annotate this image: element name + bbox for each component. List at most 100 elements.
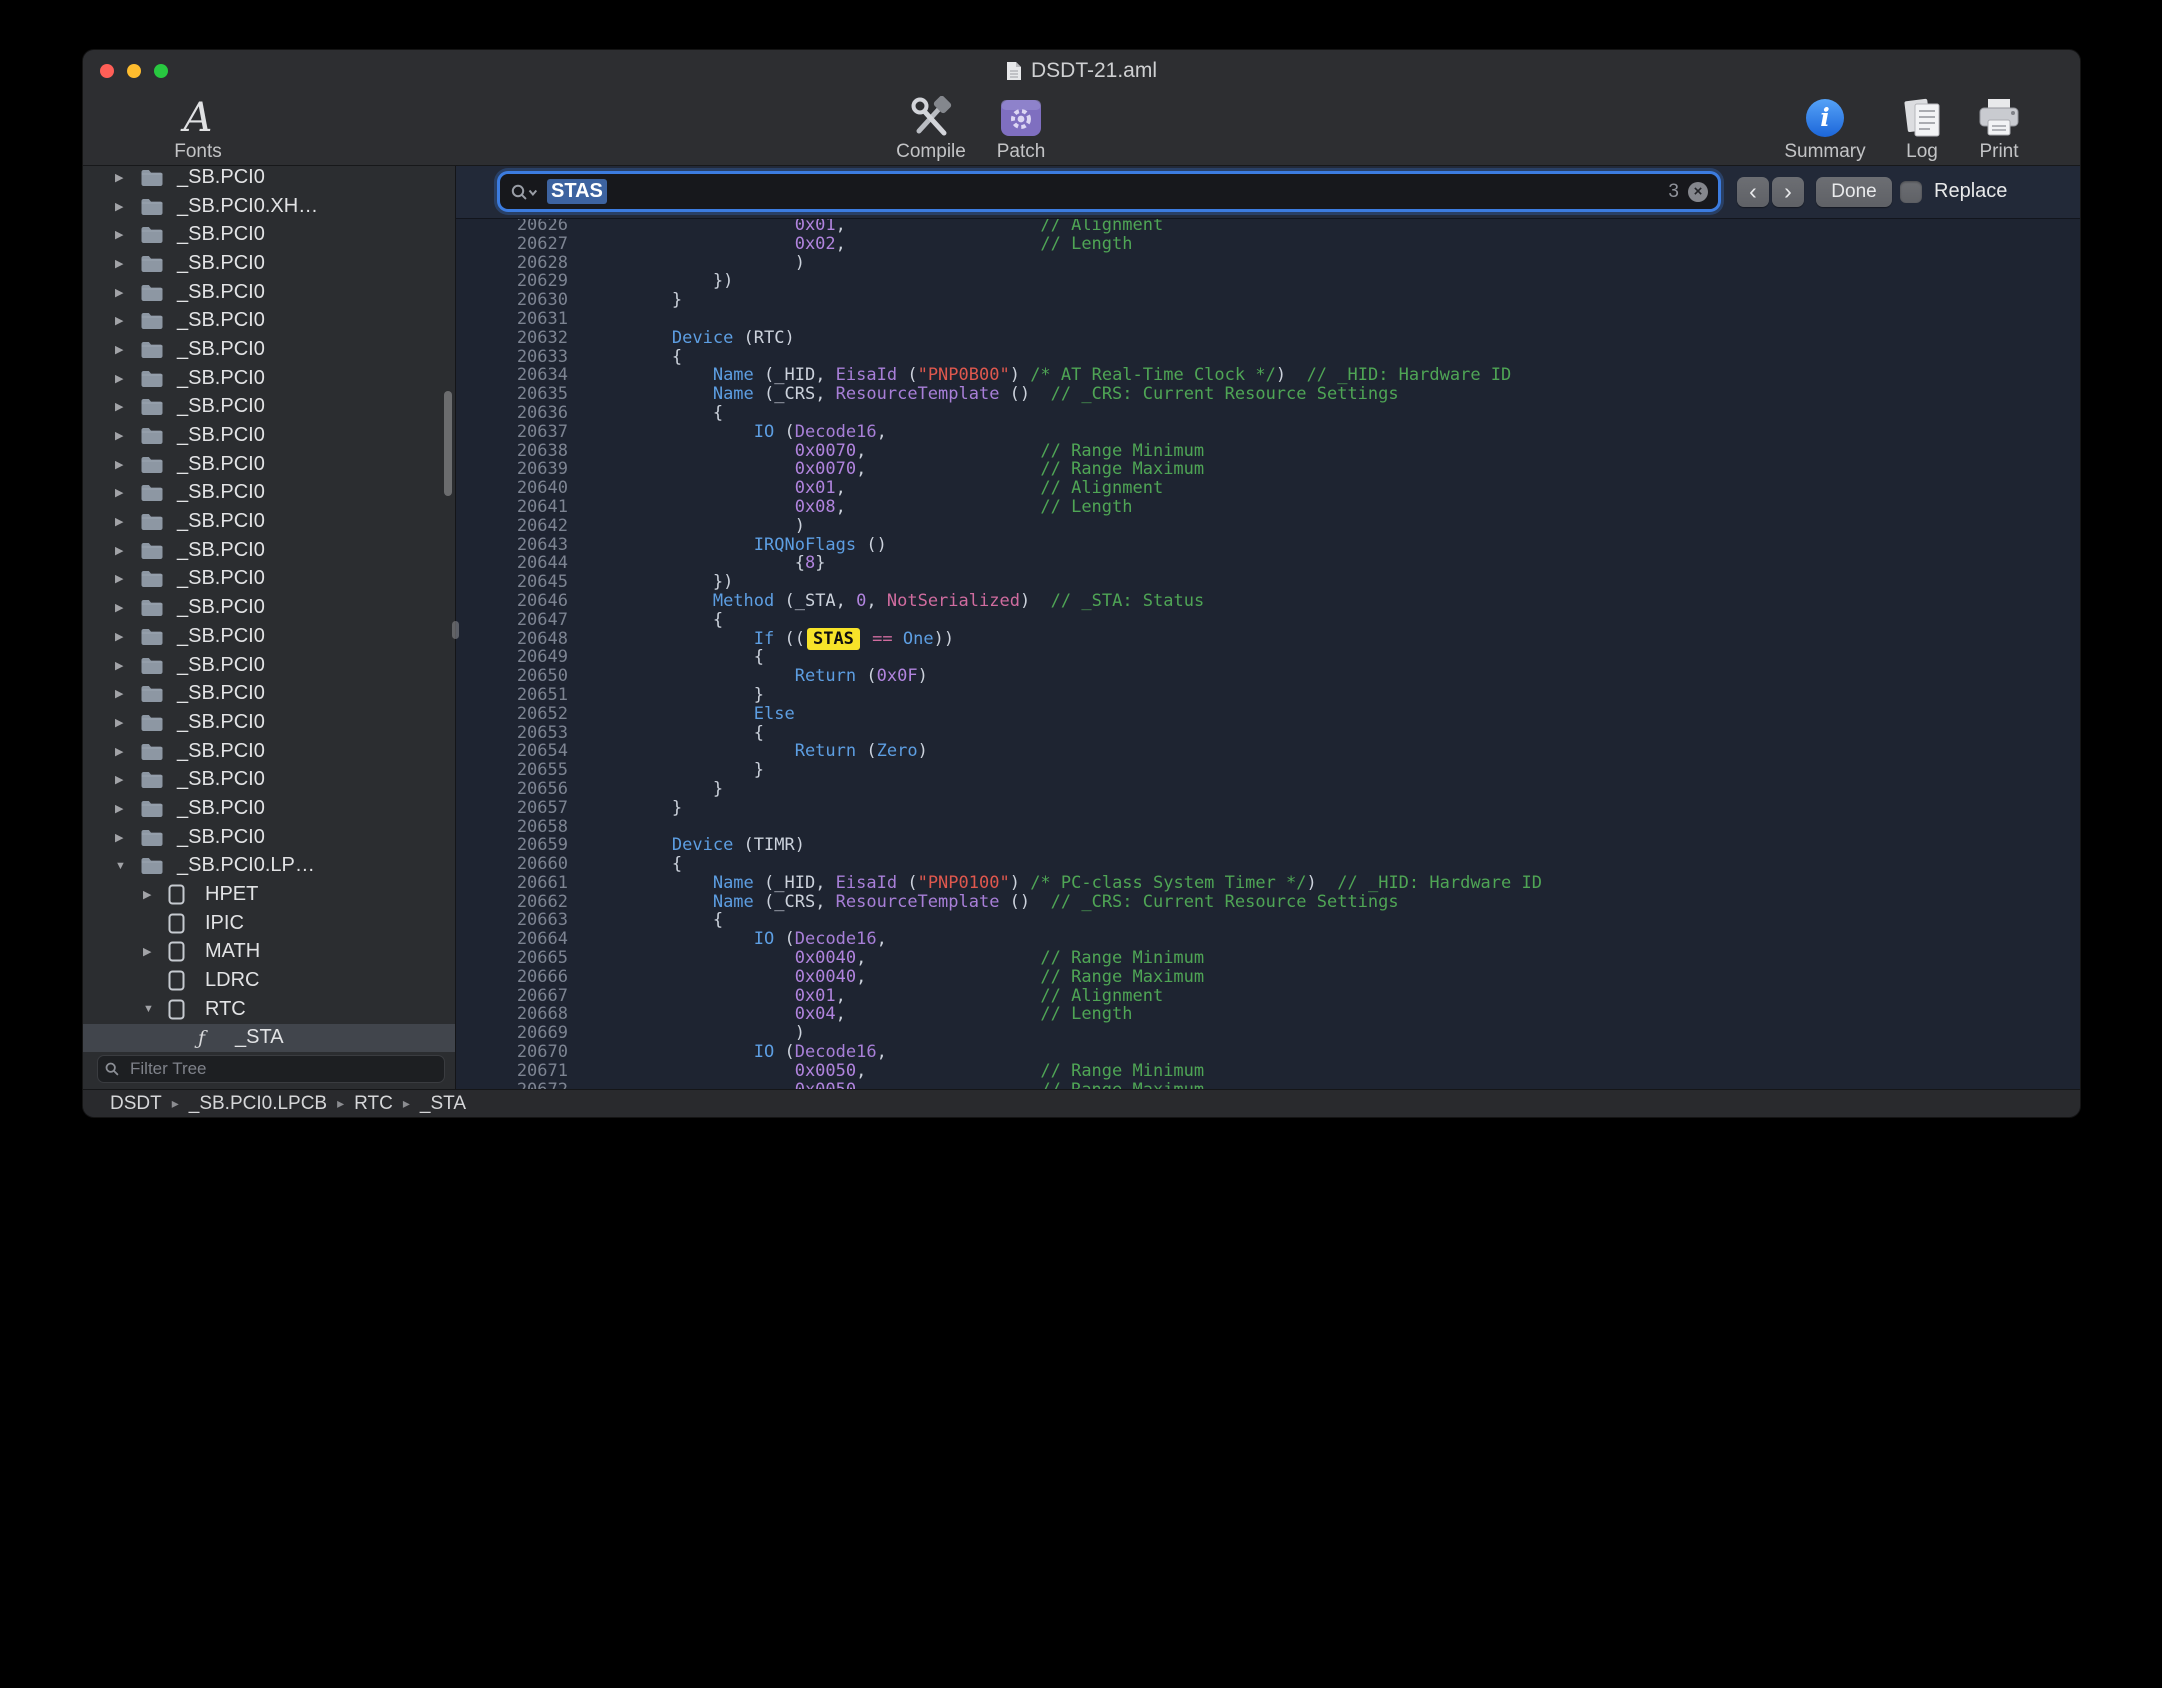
code-line[interactable]: 20640 0x01, // Alignment [456, 479, 2080, 498]
code-line[interactable]: 20665 0x0040, // Range Minimum [456, 949, 2080, 968]
tree-item-sb-pci0[interactable]: ▶_SB.PCI0 [83, 536, 455, 565]
code-line[interactable]: 20648 If ((STAS == One)) [456, 630, 2080, 649]
tree-item-sb-pci0[interactable]: ▶_SB.PCI0 [83, 306, 455, 335]
code-line[interactable]: 20644 {8} [456, 554, 2080, 573]
code-line[interactable]: 20632 Device (RTC) [456, 329, 2080, 348]
disclosure-triangle-icon[interactable]: ▶ [113, 286, 140, 299]
disclosure-triangle-icon[interactable]: ▶ [113, 400, 140, 413]
code-line[interactable]: 20646 Method (_STA, 0, NotSerialized) //… [456, 592, 2080, 611]
tree-item-sb-pci0[interactable]: ▶_SB.PCI0 [83, 278, 455, 307]
print-button[interactable]: Print [1959, 95, 2039, 163]
disclosure-triangle-icon[interactable]: ▶ [113, 601, 140, 614]
breadcrumb-item[interactable]: DSDT [110, 1093, 162, 1115]
code-line[interactable]: 20668 0x04, // Length [456, 1005, 2080, 1024]
tree-item-sb-pci0[interactable]: ▶_SB.PCI0 [83, 421, 455, 450]
search-match-highlight[interactable]: STAS [807, 628, 860, 650]
breadcrumb-item[interactable]: _STA [420, 1093, 466, 1115]
log-button[interactable]: Log [1889, 95, 1955, 163]
code-line[interactable]: 20637 IO (Decode16, [456, 423, 2080, 442]
disclosure-triangle-icon[interactable]: ▶ [113, 716, 140, 729]
code-line[interactable]: 20662 Name (_CRS, ResourceTemplate () //… [456, 893, 2080, 912]
zoom-button[interactable] [154, 64, 168, 78]
tree-item-sb-pci0[interactable]: ▶_SB.PCI0 [83, 651, 455, 680]
code-line[interactable]: 20633 { [456, 348, 2080, 367]
disclosure-triangle-icon[interactable]: ▶ [113, 515, 140, 528]
tree-item-hpet[interactable]: ▶HPET [83, 880, 455, 909]
code-line[interactable]: 20651 } [456, 686, 2080, 705]
code-line[interactable]: 20630 } [456, 291, 2080, 310]
disclosure-triangle-icon[interactable]: ▶ [113, 745, 140, 758]
code-line[interactable]: 20641 0x08, // Length [456, 498, 2080, 517]
code-line[interactable]: 20631 [456, 310, 2080, 329]
disclosure-triangle-icon[interactable]: ▼ [141, 1003, 168, 1015]
code-line[interactable]: 20635 Name (_CRS, ResourceTemplate () //… [456, 385, 2080, 404]
disclosure-triangle-icon[interactable]: ▶ [113, 228, 140, 241]
code-line[interactable]: 20664 IO (Decode16, [456, 930, 2080, 949]
code-line[interactable]: 20628 ) [456, 254, 2080, 273]
code-line[interactable]: 20657 } [456, 799, 2080, 818]
code-line[interactable]: 20656 } [456, 780, 2080, 799]
breadcrumb-item[interactable]: RTC [354, 1093, 393, 1115]
code-line[interactable]: 20647 { [456, 611, 2080, 630]
disclosure-triangle-icon[interactable]: ▶ [113, 544, 140, 557]
disclosure-triangle-icon[interactable]: ▶ [113, 429, 140, 442]
done-button[interactable]: Done [1816, 177, 1892, 207]
breadcrumb-item[interactable]: _SB.PCI0.LPCB [189, 1093, 327, 1115]
disclosure-triangle-icon[interactable]: ▶ [113, 572, 140, 585]
tree-item-sb-pci0[interactable]: ▶_SB.PCI0 [83, 220, 455, 249]
tree-item-math[interactable]: ▶MATH [83, 938, 455, 967]
tree-item-sb-pci0[interactable]: ▶_SB.PCI0 [83, 393, 455, 422]
disclosure-triangle-icon[interactable]: ▶ [113, 630, 140, 643]
sidebar-scrollbar-thumb[interactable] [444, 391, 452, 496]
tree-item-sb-pci0[interactable]: ▶_SB.PCI0 [83, 737, 455, 766]
titlebar[interactable]: DSDT-21.aml [83, 50, 2080, 92]
code-line[interactable]: 20643 IRQNoFlags () [456, 536, 2080, 555]
disclosure-triangle-icon[interactable]: ▶ [113, 659, 140, 672]
disclosure-triangle-icon[interactable]: ▶ [141, 888, 168, 901]
disclosure-triangle-icon[interactable]: ▶ [113, 458, 140, 471]
disclosure-triangle-icon[interactable]: ▼ [113, 860, 140, 872]
tree-item-sb-pci0-lp[interactable]: ▼_SB.PCI0.LP… [83, 852, 455, 881]
code-line[interactable]: 20638 0x0070, // Range Minimum [456, 442, 2080, 461]
disclosure-triangle-icon[interactable]: ▶ [113, 687, 140, 700]
code-line[interactable]: 20667 0x01, // Alignment [456, 987, 2080, 1006]
find-next-button[interactable]: › [1772, 177, 1804, 207]
code-line[interactable]: 20671 0x0050, // Range Minimum [456, 1062, 2080, 1081]
code-line[interactable]: 20666 0x0040, // Range Maximum [456, 968, 2080, 987]
code-line[interactable]: 20652 Else [456, 705, 2080, 724]
code-line[interactable]: 20649 { [456, 648, 2080, 667]
code-line[interactable]: 20650 Return (0x0F) [456, 667, 2080, 686]
tree-item-sb-pci0[interactable]: ▶_SB.PCI0 [83, 166, 455, 192]
tree-item-sta[interactable]: ƒ_STA [83, 1024, 455, 1053]
tree-item-sb-pci0[interactable]: ▶_SB.PCI0 [83, 622, 455, 651]
search-input[interactable]: STAS 3 × [500, 174, 1718, 209]
tree-item-sb-pci0[interactable]: ▶_SB.PCI0 [83, 364, 455, 393]
code-line[interactable]: 20645 }) [456, 573, 2080, 592]
code-editor[interactable]: 20626 0x01, // Alignment20627 0x02, // L… [456, 219, 2080, 1089]
code-line[interactable]: 20639 0x0070, // Range Maximum [456, 460, 2080, 479]
code-line[interactable]: 20655 } [456, 761, 2080, 780]
disclosure-triangle-icon[interactable]: ▶ [113, 343, 140, 356]
disclosure-triangle-icon[interactable]: ▶ [113, 773, 140, 786]
tree-item-sb-pci0[interactable]: ▶_SB.PCI0 [83, 507, 455, 536]
minimize-button[interactable] [127, 64, 141, 78]
disclosure-triangle-icon[interactable]: ▶ [113, 314, 140, 327]
code-line[interactable]: 20658 [456, 818, 2080, 837]
tree-item-sb-pci0[interactable]: ▶_SB.PCI0 [83, 593, 455, 622]
disclosure-triangle-icon[interactable]: ▶ [113, 802, 140, 815]
compile-button[interactable]: Compile [881, 95, 981, 163]
document-proxy-icon[interactable] [1006, 61, 1022, 81]
code-line[interactable]: 20636 { [456, 404, 2080, 423]
tree-item-ipic[interactable]: IPIC [83, 909, 455, 938]
divider-grip[interactable] [452, 621, 459, 639]
tree-item-sb-pci0[interactable]: ▶_SB.PCI0 [83, 708, 455, 737]
tree-item-sb-pci0[interactable]: ▶_SB.PCI0 [83, 765, 455, 794]
summary-button[interactable]: i Summary [1775, 95, 1875, 163]
code-line[interactable]: 20661 Name (_HID, EisaId ("PNP0100") /* … [456, 874, 2080, 893]
tree-item-sb-pci0[interactable]: ▶_SB.PCI0 [83, 479, 455, 508]
tree-item-sb-pci0[interactable]: ▶_SB.PCI0 [83, 335, 455, 364]
disclosure-triangle-icon[interactable]: ▶ [141, 945, 168, 958]
replace-checkbox[interactable] [1900, 181, 1922, 203]
code-line[interactable]: 20627 0x02, // Length [456, 235, 2080, 254]
find-previous-button[interactable]: ‹ [1737, 177, 1769, 207]
